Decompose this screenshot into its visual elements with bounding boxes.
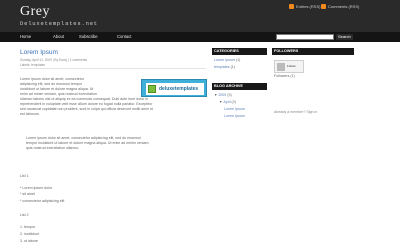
nav-home[interactable]: Home [20,34,31,39]
followers-count: Followers (1) [274,74,295,78]
follow-button-label: Follow [287,64,296,68]
banner-text: deluxetemplates [159,86,199,92]
archive-label: April [223,100,231,104]
list-item: 1. tempor [20,225,36,229]
list-item: 2. incididunt [20,232,40,236]
nav-contact[interactable]: Contact [117,34,131,39]
category-label: Lorem Ipsum [214,58,235,62]
rss-icon [321,4,326,9]
divider [20,68,206,69]
category-count: (1) [235,58,241,62]
post-meta: Sunday, April 12, 2009 | By Kavoj | 1 co… [20,58,87,62]
list-item: * consectetur adipisicing elit [20,199,65,203]
archive-label: 2009 [218,93,227,97]
nav-about[interactable]: About [53,34,64,39]
archive-heading: BLOG ARCHIVE [212,83,267,90]
categories-heading: CATEGORIES [212,48,267,55]
category-item[interactable]: templates (1) [214,65,235,69]
sign-in-link[interactable]: Already a member? Sign in [274,110,317,114]
archive-count: (3) [227,93,232,97]
entries-feed-link[interactable]: Entries (RSS) [289,4,320,9]
archive-post[interactable]: Lorem Ipsum [224,107,245,111]
category-count: (1) [230,65,235,69]
comments-feed-label: Comments (RSS) [328,4,360,9]
site-title[interactable]: Grey [20,4,50,20]
banner-inner: deluxetemplates [146,83,204,95]
list-item: * sit amet [20,192,35,196]
search-button[interactable]: Search [336,34,353,40]
followers-heading: FOLLOWERS [272,48,354,55]
list-item: * Lorem ipsum dolor [20,186,53,190]
archive-post[interactable]: Lorem Ipsum [224,114,245,118]
archive-year[interactable]: ▼ 2009 (3) [214,93,232,97]
entries-feed-label: Entries (RSS) [296,4,321,9]
post-title[interactable]: Lorem Ipsum [20,49,58,56]
archive-month[interactable]: ▼ April (2) [219,100,236,104]
comments-feed-link[interactable]: Comments (RSS) [321,4,359,9]
rss-icon [289,4,294,9]
deluxetemplates-banner[interactable]: deluxetemplates [141,79,207,97]
blockquote-line: quis nostrud exercitation ullamco. [26,146,80,150]
list1-title: List 1 [20,174,29,178]
list2-title: List 2 [20,213,29,217]
site-header: Grey Deluxetemplates.net Entries (RSS) C… [0,0,400,32]
search-input[interactable] [276,34,334,40]
category-item[interactable]: Lorem Ipsum (1) [214,58,240,62]
logo-icon [148,85,156,93]
paragraph-line: est laborum. [20,112,40,116]
site-description: Deluxetemplates.net [20,20,98,27]
page-bottom [0,246,400,252]
category-label: templates [214,65,230,69]
avatar[interactable] [277,63,285,71]
nav-subscribe[interactable]: Subscribe [79,34,98,39]
post-labels[interactable]: Labels: templates [20,63,45,67]
list-item: 3. ut labore [20,239,38,243]
follower-widget[interactable]: Follow [274,60,304,73]
archive-count: (2) [231,100,236,104]
